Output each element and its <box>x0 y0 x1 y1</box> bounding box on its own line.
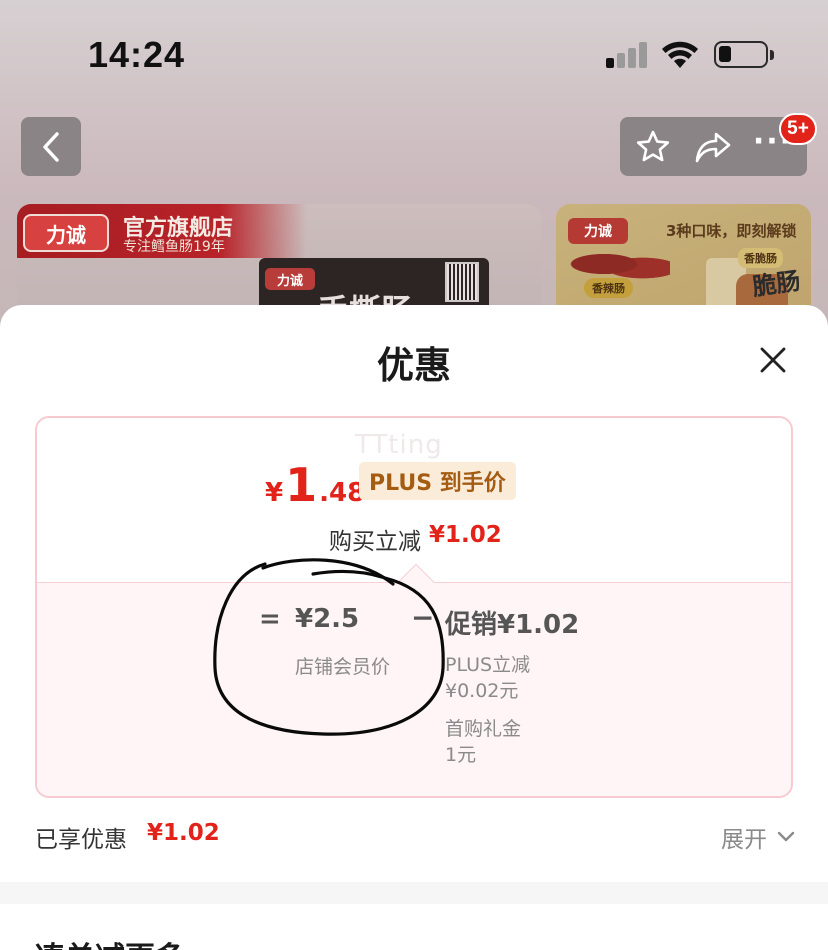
tag-spicy: 香辣肠 <box>584 278 633 298</box>
chevron-down-icon <box>777 831 795 842</box>
back-button[interactable] <box>21 117 81 176</box>
price-integer: 1 <box>285 458 318 512</box>
next-section-title: 凑单减更多 <box>35 933 185 950</box>
side-logo: 力诚 <box>568 218 628 244</box>
barcode <box>445 262 479 302</box>
battery-level <box>719 46 731 62</box>
price-breakdown-card: TTting ¥ 1 .48 PLUS 到手价 购买立减 ¥1.02 = ¥2.… <box>35 416 793 798</box>
store-member-price-label: 店铺会员价 <box>295 656 391 678</box>
promo-line: 首购礼金 <box>445 718 522 740</box>
equals-sign: = <box>259 604 281 634</box>
card-top: TTting ¥ 1 .48 PLUS 到手价 购买立减 ¥1.02 <box>37 418 791 582</box>
notification-badge: 5+ <box>779 113 817 145</box>
reduction-amount: ¥1.02 <box>429 522 502 548</box>
enjoyed-label: 已享优惠 <box>35 827 127 853</box>
purchase-reduction: 购买立减 ¥1.02 <box>329 522 502 556</box>
wifi-icon <box>662 41 698 68</box>
store-member-price: ¥2.5 <box>295 604 360 634</box>
background-product-page: 14:24 ··· 5+ 力诚 官方旗舰店 专注鳕鱼肠19年 力诚 力诚 3种口… <box>0 0 828 340</box>
status-time: 14:24 <box>88 34 186 75</box>
store-subtitle: 专注鳕鱼肠19年 <box>123 239 225 255</box>
side-slogan: 3种口味，即刻解锁 <box>666 222 797 240</box>
share-button[interactable] <box>683 117 743 176</box>
final-price: ¥ 1 .48 <box>265 458 365 512</box>
sheet-title: 优惠 <box>377 344 451 387</box>
enjoyed-discount-row: 已享优惠 ¥1.02 展开 <box>35 820 795 854</box>
star-outline-icon <box>636 130 670 161</box>
promo-line: PLUS立减 <box>445 654 531 676</box>
chevron-left-icon <box>43 131 59 162</box>
close-icon <box>760 347 786 373</box>
battery-cap <box>770 50 774 60</box>
expand-label: 展开 <box>721 827 767 853</box>
reduction-label: 购买立减 <box>329 529 421 555</box>
discount-sheet: 优惠 TTting ¥ 1 .48 PLUS 到手价 购买立减 ¥1.02 = … <box>0 305 828 950</box>
brand-strip: 力诚 官方旗舰店 专注鳕鱼肠19年 <box>17 204 307 258</box>
plus-price-tag: PLUS 到手价 <box>359 462 516 500</box>
watermark: TTting <box>355 430 443 460</box>
favorite-button[interactable] <box>623 117 683 176</box>
minus-sign: − <box>411 601 435 634</box>
status-bar: 14:24 <box>0 0 828 100</box>
promo-line: 1元 <box>445 744 477 766</box>
close-button[interactable] <box>752 339 794 381</box>
price-symbol: ¥ <box>265 478 284 508</box>
cellular-signal-icon <box>606 42 648 68</box>
product-logo: 力诚 <box>265 268 315 290</box>
share-icon <box>695 132 731 162</box>
battery-icon <box>714 41 768 68</box>
pack-label: 脆肠 <box>750 266 803 302</box>
expand-button[interactable]: 展开 <box>721 820 795 854</box>
enjoyed-amount: ¥1.02 <box>147 820 220 846</box>
brand-logo: 力诚 <box>23 214 109 252</box>
promo-line: ¥0.02元 <box>445 680 519 702</box>
section-divider <box>0 882 828 904</box>
promo-title: 促销¥1.02 <box>445 610 580 640</box>
